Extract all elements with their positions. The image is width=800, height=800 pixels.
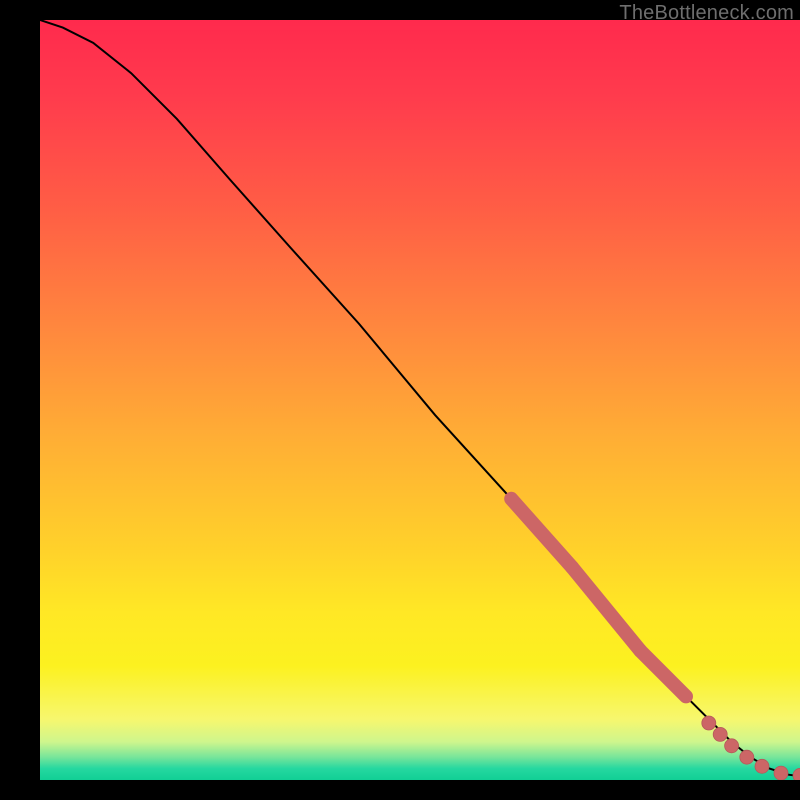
highlight-dot xyxy=(755,759,769,773)
bottleneck-curve xyxy=(40,20,800,776)
highlight-segments xyxy=(511,499,686,697)
highlight-dot xyxy=(740,750,754,764)
highlight-segment xyxy=(572,567,640,651)
plot-area xyxy=(40,20,800,780)
watermark-text: TheBottleneck.com xyxy=(619,2,794,25)
highlight-dot xyxy=(713,727,727,741)
curve-svg xyxy=(40,20,800,780)
highlight-dot xyxy=(725,739,739,753)
highlight-dot xyxy=(702,716,716,730)
highlight-dot xyxy=(793,768,800,780)
highlight-segment xyxy=(640,651,686,697)
chart-stage: TheBottleneck.com xyxy=(0,0,800,800)
highlight-segment xyxy=(511,499,572,567)
highlight-dot xyxy=(774,766,788,780)
